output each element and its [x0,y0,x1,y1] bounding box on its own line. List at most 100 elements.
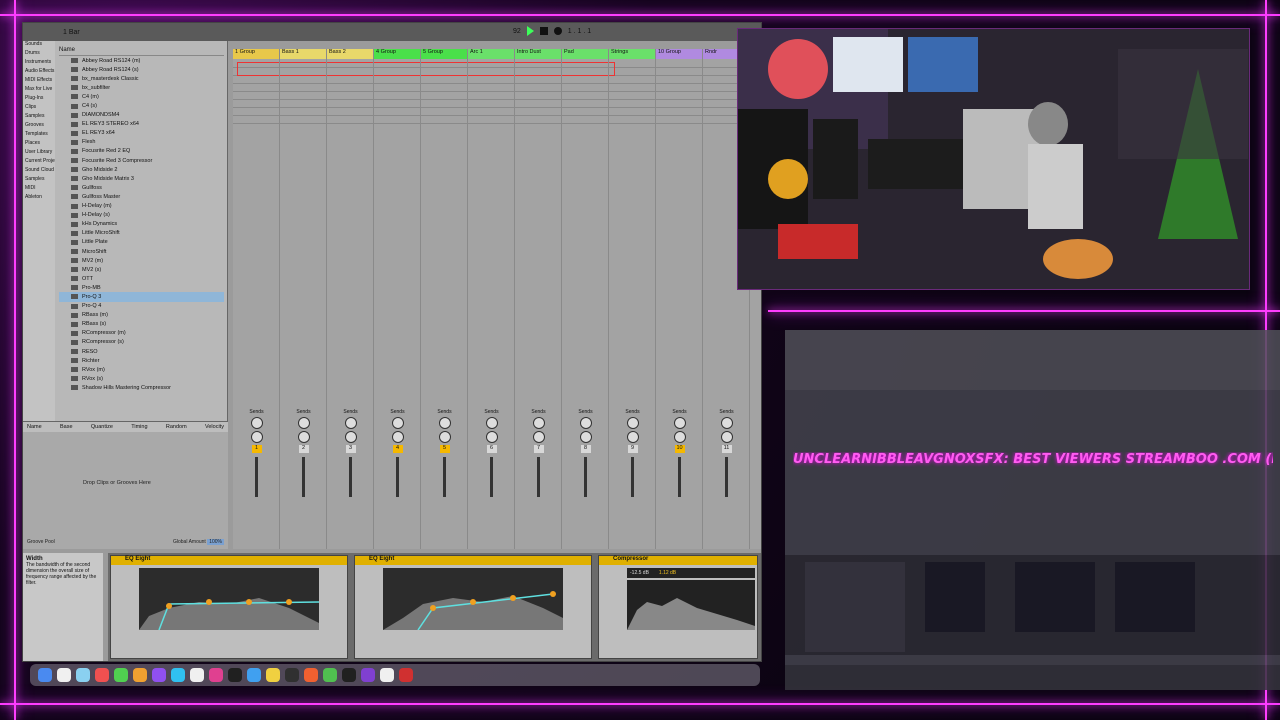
dock-app-icon[interactable] [380,668,394,682]
eq-curve-display[interactable] [383,568,563,630]
browser-category[interactable]: Audio Effects [23,68,55,77]
groove-pool-column-header[interactable]: Base [60,424,73,430]
browser-name-header[interactable]: Name [59,47,224,56]
clip-slot-row[interactable] [233,84,761,92]
dock-app-icon[interactable] [266,668,280,682]
track-header[interactable]: 1 Group [233,49,280,59]
output-value[interactable]: 1.12 dB [659,570,676,576]
plugin-list-item[interactable]: Pro-Q 3 [59,292,224,302]
track-activator-button[interactable]: 8 [580,445,591,453]
plugin-list-item[interactable]: Gho Midside 2 [59,165,224,174]
browser-category[interactable]: MIDI [23,185,55,194]
plugin-list-item[interactable]: Focusrite Red 2 EQ [59,147,224,156]
dock-app-icon[interactable] [114,668,128,682]
track-header[interactable]: Intro Dust [515,49,562,59]
record-icon[interactable] [553,27,562,35]
track-activator-button[interactable]: 9 [627,445,638,453]
eq-eight-device-2[interactable]: EQ Eight [354,555,592,659]
track-activator-button[interactable]: 11 [721,445,732,453]
browser-category[interactable]: Places [23,140,55,149]
plugin-list-item[interactable]: Abbey Road RS124 (s) [59,65,224,74]
track-activator-button[interactable]: 7 [533,445,544,453]
browser-category[interactable]: Drums [23,50,55,59]
send-knob[interactable] [720,417,733,429]
track-activator-button[interactable]: 3 [345,445,356,453]
browser-category[interactable]: Sound Cloud [23,167,55,176]
position-counter[interactable]: 1 . 1 . 1 [568,28,591,35]
browser-category[interactable]: Templates [23,131,55,140]
track-header[interactable]: Bass 2 [327,49,374,59]
plugin-list-item[interactable]: EL REY3 x64 [59,129,224,138]
dock-app-icon[interactable] [228,668,242,682]
plugin-list-item[interactable]: Little Plate [59,238,224,247]
browser-category[interactable]: Ableton [23,194,55,203]
browser-category[interactable]: User Library [23,149,55,158]
browser-category[interactable]: MIDI Effects [23,77,55,86]
clip-grid[interactable] [233,60,761,390]
browser-category[interactable]: Plug-Ins [23,95,55,104]
pan-knob[interactable] [438,431,451,443]
clip-slot-row[interactable] [233,116,761,124]
plugin-list-item[interactable]: EL REY3 STEREO x64 [59,120,224,129]
dock-app-icon[interactable] [285,668,299,682]
plugin-list-item[interactable]: Flesh [59,138,224,147]
plugin-list-item[interactable]: Gullfoss Master [59,192,224,201]
plugin-list-item[interactable]: Richter [59,356,224,365]
play-icon[interactable] [526,26,534,36]
dock-app-icon[interactable] [95,668,109,682]
dock-app-icon[interactable] [304,668,318,682]
eq-curve-display[interactable] [139,568,319,630]
plugin-list-item[interactable]: bx_masterdesk Classic [59,74,224,83]
plugin-list-item[interactable]: RVox (s) [59,374,224,383]
pan-knob[interactable] [626,431,639,443]
track-header[interactable]: Arc 1 [468,49,515,59]
browser-category[interactable]: Max for Live [23,86,55,95]
browser-category[interactable]: Samples [23,176,55,185]
plugin-list-item[interactable]: RBass (m) [59,311,224,320]
plugin-list-item[interactable]: H-Delay (s) [59,211,224,220]
plugin-list-item[interactable]: RCompressor (s) [59,338,224,347]
plugin-list-item[interactable]: H-Delay (m) [59,202,224,211]
track-activator-button[interactable]: 10 [674,445,685,453]
send-knob[interactable] [532,417,545,429]
send-knob[interactable] [297,417,310,429]
groove-pool-column-header[interactable]: Random [166,424,187,430]
dock-app-icon[interactable] [247,668,261,682]
track-activator-button[interactable]: 2 [298,445,309,453]
track-header[interactable]: 5 Group [421,49,468,59]
clip-slot-row[interactable] [233,108,761,116]
plugin-list-item[interactable]: C4 (s) [59,101,224,110]
pan-knob[interactable] [673,431,686,443]
global-amount-value[interactable]: 100% [207,539,224,545]
plugin-list-item[interactable]: C4 (m) [59,92,224,101]
pan-knob[interactable] [532,431,545,443]
pan-knob[interactable] [391,431,404,443]
send-knob[interactable] [579,417,592,429]
track-header[interactable]: Pad [562,49,609,59]
send-knob[interactable] [391,417,404,429]
pan-knob[interactable] [579,431,592,443]
plugin-list-item[interactable]: bx_subfilter [59,83,224,92]
dock-app-icon[interactable] [190,668,204,682]
plugin-list-item[interactable]: MV2 (s) [59,265,224,274]
plugin-list-item[interactable]: OTT [59,274,224,283]
pan-knob[interactable] [297,431,310,443]
send-knob[interactable] [673,417,686,429]
bpm-field[interactable]: 92 [513,28,521,35]
dock-app-icon[interactable] [342,668,356,682]
send-knob[interactable] [485,417,498,429]
groove-pool-column-header[interactable]: Name [27,424,42,430]
clip-slot-row[interactable] [233,92,761,100]
plugin-list-item[interactable]: Gullfoss [59,183,224,192]
bars-selector[interactable]: 1 Bar [63,29,80,36]
plugin-list-item[interactable]: Shadow Hills Mastering Compressor [59,383,224,392]
track-activator-button[interactable]: 1 [251,445,262,453]
dock-app-icon[interactable] [57,668,71,682]
compressor-device[interactable]: Compressor -12.5 dB 1.12 dB [598,555,758,659]
plugin-list-item[interactable]: RVox (m) [59,365,224,374]
browser-category[interactable]: Sounds [23,41,55,50]
browser-category[interactable]: Samples [23,113,55,122]
pan-knob[interactable] [250,431,263,443]
track-header[interactable]: 4 Group [374,49,421,59]
track-header[interactable]: Bass 1 [280,49,327,59]
